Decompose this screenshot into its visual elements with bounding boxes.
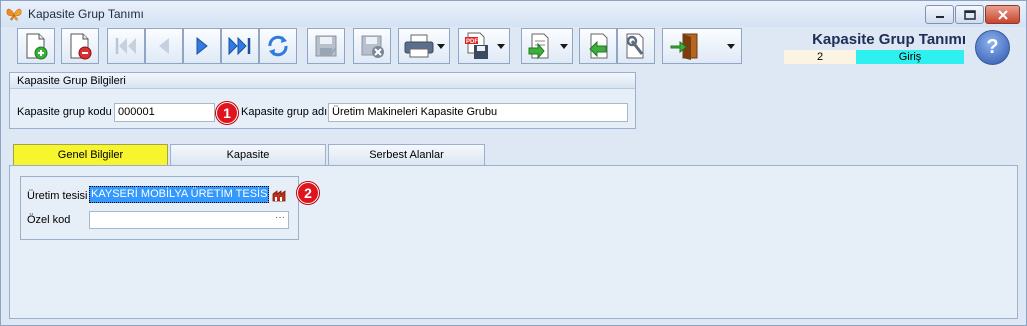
dropdown-arrow-icon: [560, 44, 568, 49]
facility-label: Üretim tesisi: [27, 190, 88, 202]
save-icon: [315, 35, 337, 57]
tab-custom-fields[interactable]: Serbest Alanlar: [328, 144, 485, 165]
import-document-icon: [528, 33, 549, 60]
dropdown-arrow-icon: [727, 44, 735, 49]
save-button[interactable]: [307, 28, 345, 64]
refresh-icon: [268, 35, 288, 57]
exit-door-icon: [670, 33, 698, 60]
next-icon: [196, 36, 208, 56]
window-title: Kapasite Grup Tanımı: [28, 7, 144, 21]
minimize-icon: [935, 15, 944, 18]
tab-general-info[interactable]: Genel Bilgiler: [13, 144, 168, 166]
special-code-label: Özel kod: [27, 214, 71, 226]
close-icon: [997, 9, 1008, 20]
refresh-button[interactable]: [259, 28, 297, 64]
import-button[interactable]: [521, 28, 573, 64]
maximize-button[interactable]: [955, 5, 984, 24]
previous-icon: [159, 38, 169, 54]
group-name-label: Kapasite grup adı: [241, 106, 328, 118]
facility-lookup-button[interactable]: [271, 186, 289, 203]
app-window: Kapasite Grup Tanımı PDF Kapasite Grup T…: [0, 0, 1027, 326]
pdf-save-icon: PDF: [465, 32, 488, 59]
title-bar: Kapasite Grup Tanımı: [1, 1, 1026, 27]
delete-document-icon: [70, 33, 92, 60]
printer-icon: [404, 34, 434, 58]
group-name-input[interactable]: Üretim Makineleri Kapasite Grubu: [328, 103, 628, 122]
group-code-input[interactable]: 000001: [114, 103, 215, 122]
pdf-export-button[interactable]: PDF: [458, 28, 510, 64]
dropdown-arrow-icon: [497, 44, 505, 49]
first-record-button[interactable]: [107, 28, 145, 64]
first-icon: [115, 38, 136, 54]
wrench-document-icon: [626, 33, 644, 59]
delete-record-button[interactable]: [61, 28, 99, 64]
cancel-save-icon: [361, 35, 384, 58]
next-record-button[interactable]: [183, 28, 221, 64]
ellipsis-icon[interactable]: ···: [275, 212, 285, 223]
dropdown-arrow-icon: [437, 44, 445, 49]
back-document-icon: [589, 33, 608, 59]
butterfly-icon: [6, 8, 22, 21]
svg-text:PDF: PDF: [466, 39, 478, 45]
annotation-badge-1: 1: [216, 102, 238, 124]
cancel-button[interactable]: [353, 28, 391, 64]
restore-icon: [963, 9, 976, 20]
back-button[interactable]: [579, 28, 617, 64]
help-button[interactable]: ?: [975, 30, 1010, 65]
print-button[interactable]: [398, 28, 450, 64]
facility-input[interactable]: KAYSERİ MOBİLYA ÜRETİM TESİSİ: [89, 186, 269, 203]
special-code-input[interactable]: [89, 211, 289, 229]
group-code-label: Kapasite grup kodu: [17, 106, 112, 118]
last-icon: [228, 36, 251, 56]
form-title: Kapasite Grup Tanımı: [812, 31, 966, 48]
factory-icon: [272, 189, 286, 201]
record-counter: 2: [784, 50, 856, 64]
panel-title: Kapasite Grup Bilgileri: [10, 73, 635, 89]
mode-indicator: Giriş: [856, 50, 964, 64]
previous-record-button[interactable]: [145, 28, 183, 64]
new-record-button[interactable]: [17, 28, 55, 64]
settings-button[interactable]: [617, 28, 655, 64]
exit-button[interactable]: [662, 28, 742, 64]
last-record-button[interactable]: [221, 28, 259, 64]
minimize-button[interactable]: [925, 5, 954, 24]
close-button[interactable]: [985, 5, 1020, 24]
annotation-badge-2: 2: [297, 182, 319, 204]
help-icon: ?: [986, 36, 999, 58]
new-document-icon: [26, 33, 48, 60]
tab-capacity[interactable]: Kapasite: [170, 144, 326, 165]
